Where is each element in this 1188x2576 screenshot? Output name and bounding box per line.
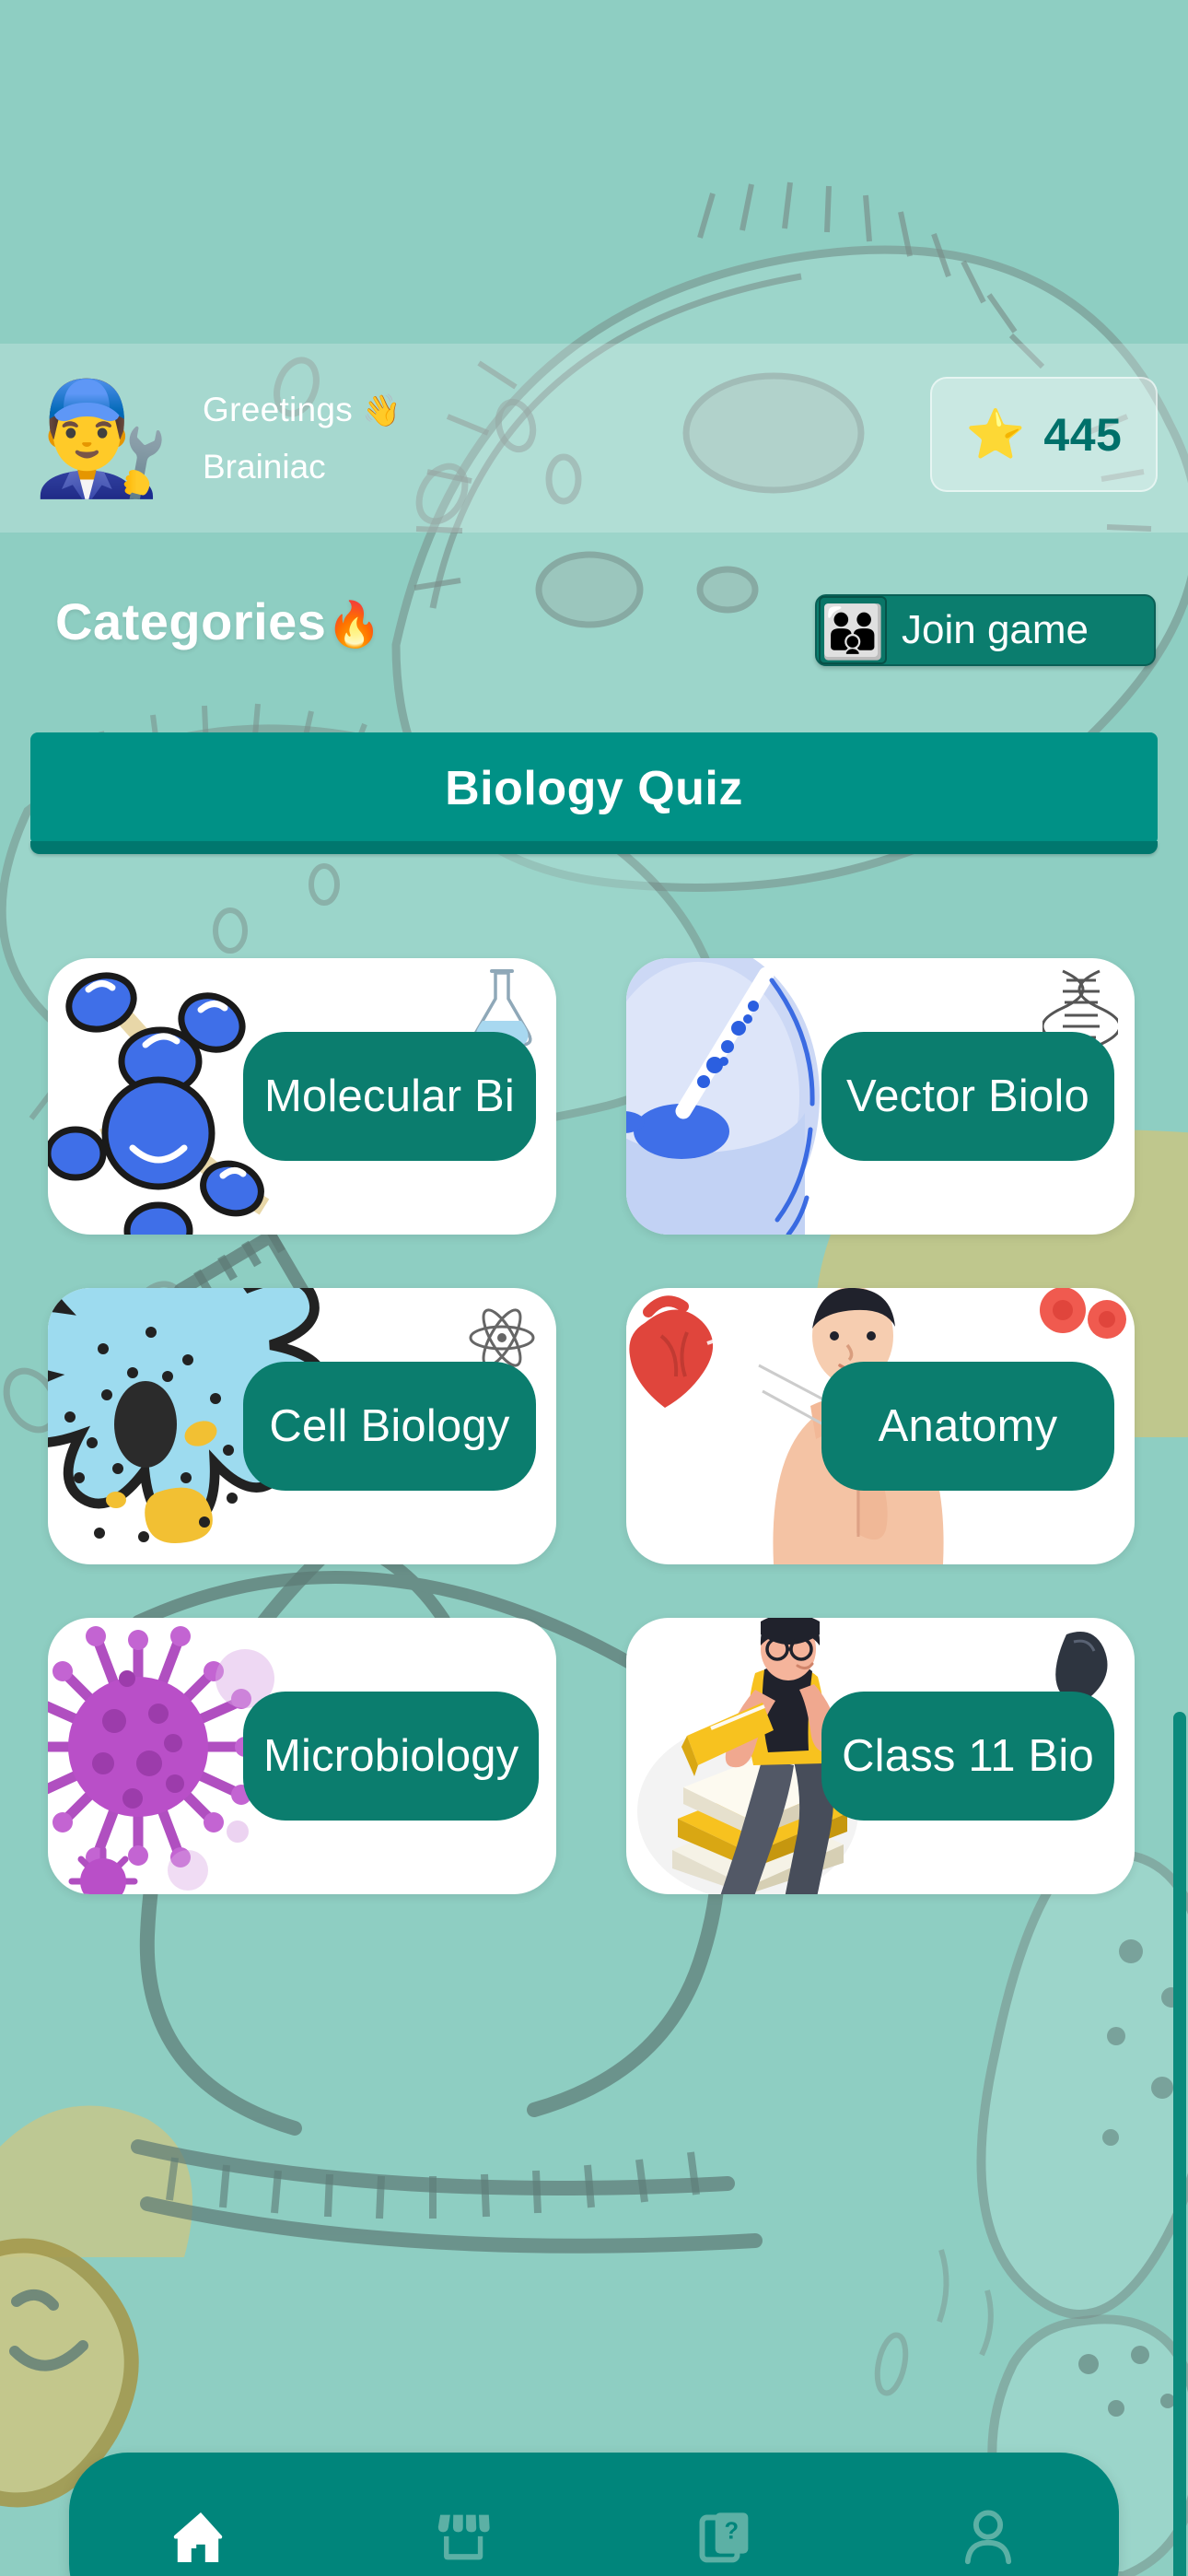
card-row: Molecular Bi Vector Biolo [0,958,1188,1235]
greeting-text: Greetings [203,390,354,428]
nav-item-quiz[interactable]: ? [670,2500,781,2574]
user-name: Brainiac [203,447,326,486]
scrollbar-thumb[interactable] [1173,1712,1186,2576]
category-pill[interactable]: Microbiology [243,1692,540,1821]
avatar[interactable]: 👨‍🔧 [32,369,170,508]
card-row: Cell Biology Anatomy [0,1288,1188,1564]
star-emoji: ⭐ [965,407,1026,462]
nav-item-home[interactable] [146,2500,256,2574]
category-card-grid: Molecular Bi Vector Biolo Cell Biology A… [0,958,1188,1948]
score-value: 445 [1043,408,1123,461]
waving-hand-emoji: 👋 [362,392,402,428]
svg-text:?: ? [724,2519,739,2545]
category-pill[interactable]: Cell Biology [243,1362,536,1491]
category-label: Vector Biolo [846,1071,1089,1121]
category-card-microbiology[interactable]: Microbiology [48,1618,556,1894]
category-label: Class 11 Bio [842,1731,1094,1781]
profile-icon [964,2510,1011,2565]
score-badge[interactable]: ⭐ 445 [930,377,1158,492]
category-pill[interactable]: Molecular Bi [243,1032,536,1161]
quiz-banner-shadow-edge [30,841,1158,854]
category-label: Cell Biology [269,1401,510,1451]
people-group-emoji: 👪 [819,596,887,664]
category-pill[interactable]: Class 11 Bio [821,1692,1114,1821]
category-label: Anatomy [878,1401,1058,1451]
category-pill[interactable]: Vector Biolo [821,1032,1114,1161]
home-icon [173,2512,222,2562]
quiz-card-icon: ? [699,2512,748,2563]
scrollbar-track[interactable] [1173,855,1188,2576]
bottom-navigation-bar: ? [69,2453,1119,2576]
store-icon [437,2514,490,2560]
join-game-label: Join game [902,607,1089,652]
page-title-text: Categories [55,592,327,650]
card-row: Microbiology Class 11 Bio [0,1618,1188,1894]
category-card-vector-biology[interactable]: Vector Biolo [626,958,1135,1235]
nav-item-store[interactable] [408,2500,518,2574]
page-title: Categories🔥 [55,591,382,651]
category-card-anatomy[interactable]: Anatomy [626,1288,1135,1564]
category-label: Microbiology [263,1731,519,1781]
greeting-label: Greetings 👋 [203,391,402,429]
category-pill[interactable]: Anatomy [821,1362,1114,1491]
quiz-banner[interactable]: Biology Quiz [30,732,1158,845]
fire-emoji: 🔥 [326,601,382,650]
category-card-cell-biology[interactable]: Cell Biology [48,1288,556,1564]
category-label: Molecular Bi [264,1071,515,1121]
quiz-banner-label: Biology Quiz [445,762,743,815]
category-card-molecular-biology[interactable]: Molecular Bi [48,958,556,1235]
nav-item-profile[interactable] [933,2500,1043,2574]
join-game-button[interactable]: 👪 Join game [815,594,1156,666]
greeting-block: Greetings 👋 Brainiac [203,391,402,486]
category-card-class-11-bio[interactable]: Class 11 Bio [626,1618,1135,1894]
